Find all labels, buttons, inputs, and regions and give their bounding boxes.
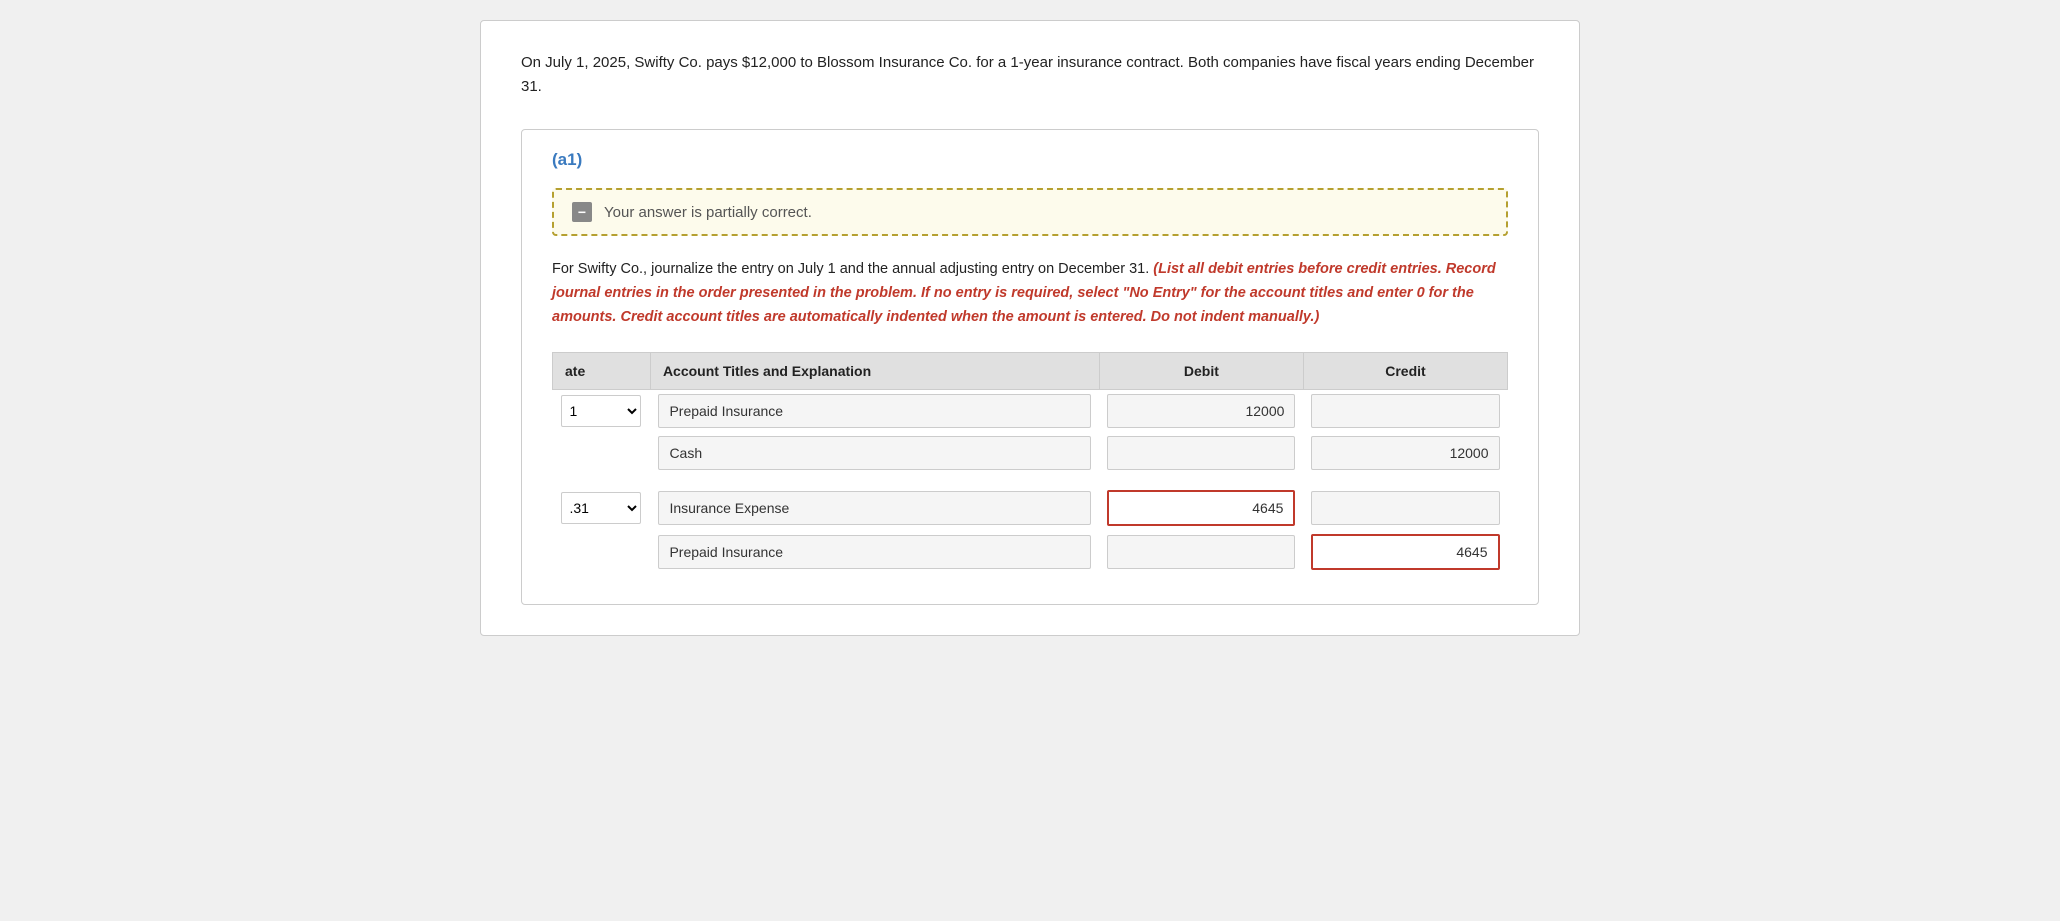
section-label: (a1) — [552, 150, 1508, 170]
credit-cell-1[interactable] — [1303, 389, 1507, 432]
date-cell-3[interactable]: .31 — [553, 486, 651, 530]
partial-correct-box: − Your answer is partially correct. — [552, 188, 1508, 236]
partial-correct-message: Your answer is partially correct. — [604, 204, 812, 221]
credit-input-2[interactable] — [1311, 436, 1499, 470]
account-cell-4[interactable] — [650, 530, 1099, 574]
table-row — [553, 530, 1508, 574]
table-row: 1 — [553, 389, 1508, 432]
account-cell-3[interactable] — [650, 486, 1099, 530]
table-header-row: ate Account Titles and Explanation Debit… — [553, 352, 1508, 389]
account-cell-1[interactable] — [650, 389, 1099, 432]
credit-cell-2[interactable] — [1303, 432, 1507, 474]
section-card: (a1) − Your answer is partially correct.… — [521, 129, 1539, 605]
debit-input-2[interactable] — [1107, 436, 1295, 470]
header-account: Account Titles and Explanation — [650, 352, 1099, 389]
date-cell-2 — [553, 432, 651, 474]
date-select-3[interactable]: .31 — [561, 492, 641, 524]
instruction-text: For Swifty Co., journalize the entry on … — [552, 258, 1508, 330]
date-cell-1[interactable]: 1 — [553, 389, 651, 432]
outer-card: On July 1, 2025, Swifty Co. pays $12,000… — [480, 20, 1580, 636]
table-row: .31 — [553, 486, 1508, 530]
header-debit: Debit — [1099, 352, 1303, 389]
instruction-prefix: For Swifty Co., journalize the entry on … — [552, 261, 1149, 277]
debit-cell-4[interactable] — [1099, 530, 1303, 574]
debit-input-3[interactable] — [1107, 490, 1295, 526]
debit-cell-1[interactable] — [1099, 389, 1303, 432]
debit-cell-3[interactable] — [1099, 486, 1303, 530]
credit-input-3[interactable] — [1311, 491, 1499, 525]
credit-input-4[interactable] — [1311, 534, 1499, 570]
header-credit: Credit — [1303, 352, 1507, 389]
minus-icon: − — [572, 202, 592, 222]
account-input-4[interactable] — [658, 535, 1091, 569]
account-input-2[interactable] — [658, 436, 1091, 470]
debit-input-1[interactable] — [1107, 394, 1295, 428]
account-cell-2[interactable] — [650, 432, 1099, 474]
date-cell-4 — [553, 530, 651, 574]
problem-text: On July 1, 2025, Swifty Co. pays $12,000… — [521, 51, 1539, 99]
table-row — [553, 432, 1508, 474]
account-input-3[interactable] — [658, 491, 1091, 525]
credit-input-1[interactable] — [1311, 394, 1499, 428]
debit-input-4[interactable] — [1107, 535, 1295, 569]
credit-cell-4[interactable] — [1303, 530, 1507, 574]
account-input-1[interactable] — [658, 394, 1091, 428]
date-select-1[interactable]: 1 — [561, 395, 641, 427]
debit-cell-2[interactable] — [1099, 432, 1303, 474]
journal-table: ate Account Titles and Explanation Debit… — [552, 352, 1508, 574]
credit-cell-3[interactable] — [1303, 486, 1507, 530]
header-date: ate — [553, 352, 651, 389]
spacer-row — [553, 474, 1508, 486]
